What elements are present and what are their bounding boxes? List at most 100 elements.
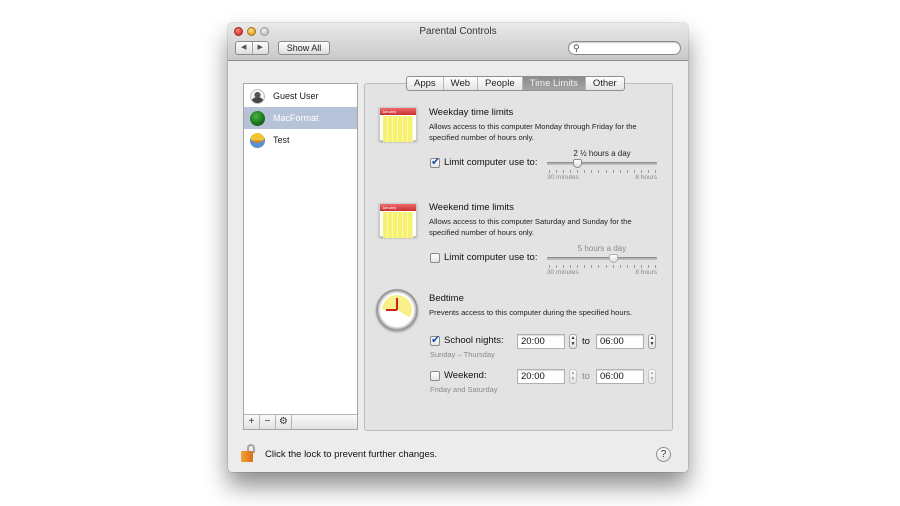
calendar-grid [383,116,413,142]
weekday-limit-checkbox[interactable] [430,155,440,168]
user-item-macformat[interactable]: MacFormat [244,107,357,129]
slider-tick [655,265,656,268]
weekend-from-stepper[interactable]: ▲ ▼ [569,369,577,384]
parental-controls-window: Parental Controls ◀ ▶ Show All ⚲ Guest U… [228,23,688,472]
weekend-from-field[interactable]: 20:00 [517,369,565,384]
slider-tick [570,265,572,268]
weekday-limit-checkbox-row[interactable]: Limit computer use to: [430,155,538,168]
slider-tick [647,265,649,268]
slider-tick [626,265,628,268]
user-list-toolbar: + − ⚙ [244,414,357,429]
slider-track[interactable] [547,257,657,260]
weekend-bedtime-checkbox[interactable] [430,370,440,381]
user-name: Guest User [273,91,319,101]
slider-tick [640,170,642,173]
slider-tick [584,170,586,173]
slider-tick [640,265,642,268]
weekend-to-label: to [582,371,590,382]
weekend-to-stepper[interactable]: ▲ ▼ [648,369,656,384]
bedtime-description: Prevents access to this computer during … [429,308,633,317]
school-nights-label: School nights: [444,335,504,346]
weekend-bedtime-label: Weekend: [444,370,487,381]
clock-minute-hand [396,298,398,310]
weekday-limit-label: Limit computer use to: [444,157,538,168]
bedtime-section: Bedtime Prevents access to this computer… [429,293,661,319]
slider-thumb[interactable] [573,159,583,168]
slider-tick [626,170,628,173]
unlocked-lock-icon[interactable] [241,444,255,462]
slider-tick [577,170,579,173]
user-name: Test [273,135,290,145]
tab-web[interactable]: Web [444,77,479,90]
school-nights-to-label: to [582,336,590,347]
slider-ticks [547,265,657,268]
slider-tick [591,170,593,173]
weekend-bedtime-checkbox-row[interactable]: Weekend: [430,370,487,381]
slider-tick [570,170,572,173]
slider-tick [563,170,565,173]
slider-tick [633,170,635,173]
slider-tick [605,265,607,268]
calendar-month-label: January [380,204,416,211]
slider-tick [584,265,586,268]
slider-tick [598,265,600,268]
school-nights-from-stepper[interactable]: ▲ ▼ [569,334,577,349]
help-button[interactable]: ? [656,447,671,462]
user-list: Guest User MacFormat Test + − ⚙ [243,83,358,430]
guest-silhouette-icon [250,88,265,104]
school-nights-to-stepper[interactable]: ▲ ▼ [648,334,656,349]
weekday-hours-value: 2 ½ hours a day [573,149,631,158]
slider-tick [563,265,565,268]
weekend-bedtime-days: Friday and Saturday [430,385,498,394]
green-globe-icon [250,110,265,126]
clock-icon [376,289,418,331]
slider-tick [605,170,607,173]
school-nights-from-field[interactable]: 20:00 [517,334,565,349]
school-nights-checkbox-row[interactable]: School nights: [430,333,504,346]
slider-tick [619,265,621,268]
weekday-title: Weekday time limits [429,107,514,118]
tab-other[interactable]: Other [586,77,624,90]
school-nights-checkbox[interactable] [430,333,440,346]
tab-bar: Apps Web People Time Limits Other [406,76,625,91]
forward-button[interactable]: ▶ [253,42,269,54]
weekend-description: Allows access to this computer Saturday … [429,217,632,237]
slider-tick [612,170,614,173]
slider-max-label: 8 hours [635,269,657,276]
user-item-test[interactable]: Test [244,129,357,151]
weekend-hours-slider[interactable]: 5 hours a day 30 minutes 8 hours [547,244,657,276]
tab-apps[interactable]: Apps [407,77,444,90]
calendar-month-label: January [380,108,416,115]
search-input[interactable]: ⚲ [568,41,681,55]
search-icon: ⚲ [573,43,580,53]
slider-thumb[interactable] [608,254,618,263]
slider-max-label: 8 hours [635,174,657,181]
calendar-grid [383,212,413,238]
weekend-to-field[interactable]: 06:00 [596,369,644,384]
lock-status-text: Click the lock to prevent further change… [265,449,438,460]
user-name: MacFormat [273,113,319,123]
remove-user-button[interactable]: − [260,415,276,429]
show-all-button[interactable]: Show All [278,41,330,55]
back-button[interactable]: ◀ [236,42,253,54]
weekend-calendar-icon: January [379,203,417,238]
school-nights-days: Sunday – Thursday [430,350,495,359]
weekday-hours-slider[interactable]: 2 ½ hours a day 30 minutes 8 hours [547,149,657,181]
gear-icon[interactable]: ⚙ [276,415,292,429]
slider-tick [577,265,579,268]
lock-body [241,451,253,462]
slider-min-label: 30 minutes [547,269,579,276]
weekend-hours-value: 5 hours a day [577,244,627,253]
slider-tick [549,265,550,268]
weekend-limit-checkbox[interactable] [430,252,440,263]
slider-tick [549,170,550,173]
add-user-button[interactable]: + [244,415,260,429]
weekend-limit-checkbox-row[interactable]: Limit computer use to: [430,252,537,263]
user-item-guest-user[interactable]: Guest User [244,85,357,107]
weekday-description: Allows access to this computer Monday th… [429,122,637,142]
tab-people[interactable]: People [478,77,523,90]
slider-track[interactable] [547,162,657,165]
school-nights-to-field[interactable]: 06:00 [596,334,644,349]
slider-min-label: 30 minutes [547,174,579,181]
tab-time-limits[interactable]: Time Limits [522,77,586,90]
